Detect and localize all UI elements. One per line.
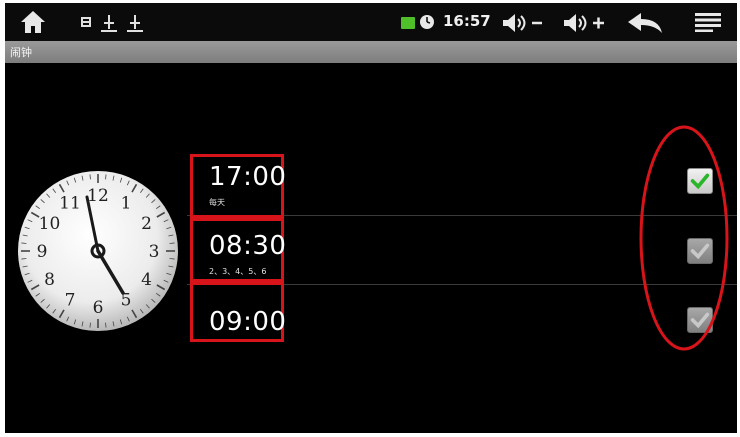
volume-down-icon[interactable] [501, 11, 545, 35]
alarm-time: 09:00 [209, 307, 287, 337]
clock-tick [21, 242, 27, 244]
clock-tick [169, 242, 175, 244]
device-screen: 16:57 闹钟 12 1 2 3 4 5 6 7 8 9 10 11 17:0… [5, 3, 737, 433]
highlight-oval [639, 125, 729, 351]
clock-tick [169, 258, 175, 260]
clock-numeral: 11 [59, 194, 81, 214]
alarm-time: 08:30 [209, 231, 287, 261]
volume-up-icon[interactable] [562, 11, 608, 35]
notification-icons [81, 15, 143, 32]
back-icon[interactable] [625, 11, 665, 35]
notification-icon [81, 17, 91, 27]
clock-numeral: 7 [65, 290, 76, 310]
clock-tick [105, 174, 107, 180]
usb-icon [101, 15, 117, 32]
page-title: 闹钟 [10, 46, 32, 59]
alarm-days: 2、3、4、5、6 [209, 267, 267, 276]
clock-numeral: 9 [37, 242, 48, 262]
clock-tick [21, 258, 27, 260]
menu-icon[interactable] [693, 11, 723, 33]
home-icon[interactable] [19, 9, 47, 35]
clock-numeral: 12 [87, 186, 109, 206]
clock-numeral: 6 [93, 298, 104, 318]
status-time: 16:57 [443, 12, 491, 30]
clock-tick [89, 174, 91, 180]
alarm-days: 每天 [209, 198, 225, 207]
alarm-item[interactable]: 08:30 2、3、4、5、6 [190, 218, 287, 282]
battery-icon [401, 17, 415, 29]
status-bar: 16:57 [5, 3, 737, 41]
clock-numeral: 1 [121, 194, 132, 214]
clock-numeral: 10 [39, 214, 61, 234]
clock-tick [105, 322, 107, 328]
clock-numeral: 3 [149, 242, 160, 262]
alarm-icon [420, 15, 434, 29]
clock-numeral: 4 [141, 270, 152, 290]
alarm-item[interactable]: 17:00 每天 [190, 154, 287, 218]
alarm-item[interactable]: 09:00 [190, 282, 287, 342]
title-bar: 闹钟 [5, 41, 737, 63]
clock-numeral: 2 [141, 214, 152, 234]
analog-clock[interactable]: 12 1234567891011 [13, 166, 183, 336]
clock-numeral: 8 [44, 270, 55, 290]
usb-icon [127, 15, 143, 32]
alarm-time: 17:00 [209, 162, 287, 192]
clock-tick [89, 322, 91, 328]
